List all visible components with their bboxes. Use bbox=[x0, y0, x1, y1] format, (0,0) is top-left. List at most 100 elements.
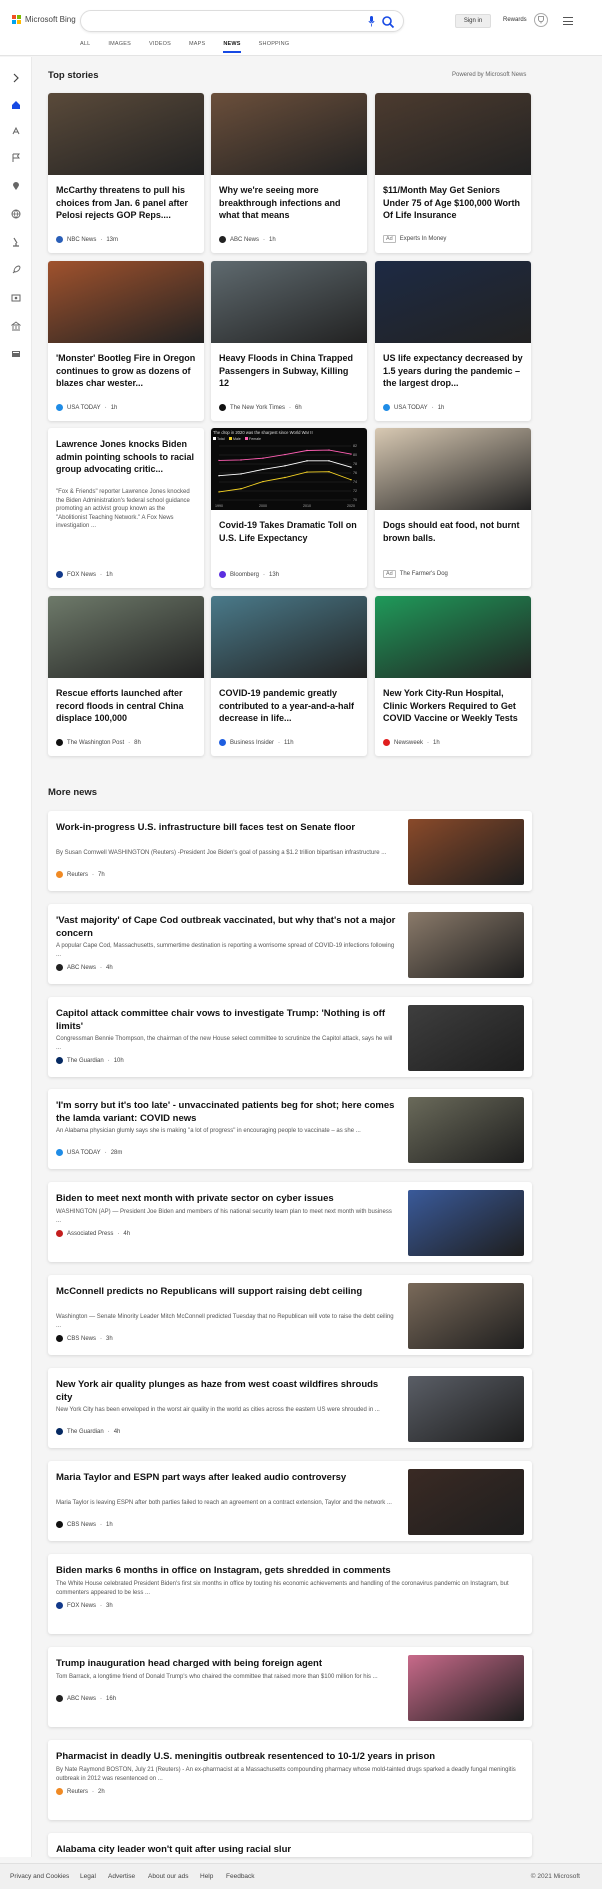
news-headline[interactable]: Alabama city leader won't quit after usi… bbox=[56, 1843, 516, 1856]
news-thumbnail[interactable] bbox=[408, 1097, 524, 1163]
news-headline[interactable]: 'Vast majority' of Cape Cod outbreak vac… bbox=[56, 914, 396, 940]
story-image[interactable] bbox=[375, 596, 531, 678]
news-thumbnail[interactable] bbox=[408, 819, 524, 885]
news-headline[interactable]: Biden to meet next month with private se… bbox=[56, 1192, 396, 1205]
story-headline[interactable]: Why we're seeing more breakthrough infec… bbox=[219, 184, 359, 222]
footer-link-advertise[interactable]: Advertise bbox=[108, 1873, 135, 1880]
story-headline[interactable]: 'Monster' Bootleg Fire in Oregon continu… bbox=[56, 352, 196, 390]
footer-link-about-our-ads[interactable]: About our ads bbox=[148, 1873, 188, 1880]
search-icon[interactable] bbox=[381, 15, 395, 29]
chevron-right-icon[interactable] bbox=[11, 70, 21, 83]
rocket-icon[interactable] bbox=[11, 262, 21, 274]
story-image[interactable] bbox=[48, 261, 204, 343]
news-thumbnail[interactable] bbox=[408, 1655, 524, 1721]
news-thumbnail[interactable] bbox=[408, 912, 524, 978]
story-image[interactable] bbox=[375, 428, 531, 510]
story-card[interactable]: Lawrence Jones knocks Biden admin pointi… bbox=[48, 428, 204, 588]
microphone-icon[interactable] bbox=[368, 16, 375, 27]
story-card[interactable]: COVID-19 pandemic greatly contributed to… bbox=[211, 596, 367, 756]
flag-icon[interactable] bbox=[11, 150, 21, 162]
news-headline[interactable]: Maria Taylor and ESPN part ways after le… bbox=[56, 1471, 396, 1484]
news-row[interactable]: Alabama city leader won't quit after usi… bbox=[48, 1833, 532, 1857]
microscope-icon[interactable] bbox=[11, 234, 21, 247]
tab-shopping[interactable]: SHOPPING bbox=[259, 41, 290, 53]
news-row[interactable]: McConnell predicts no Republicans will s… bbox=[48, 1275, 532, 1355]
news-row[interactable]: Work-in-progress U.S. infrastructure bil… bbox=[48, 811, 532, 891]
story-card[interactable]: Dogs should eat food, not burnt brown ba… bbox=[375, 428, 531, 588]
tab-images[interactable]: IMAGES bbox=[108, 41, 131, 53]
news-headline[interactable]: Capitol attack committee chair vows to i… bbox=[56, 1007, 396, 1033]
story-headline[interactable]: McCarthy threatens to pull his choices f… bbox=[56, 184, 196, 222]
story-image[interactable] bbox=[375, 93, 531, 175]
sign-in-button[interactable]: Sign in bbox=[455, 14, 491, 28]
bank-icon[interactable] bbox=[10, 318, 22, 331]
news-row[interactable]: Maria Taylor and ESPN part ways after le… bbox=[48, 1461, 532, 1541]
tab-news[interactable]: NEWS bbox=[223, 41, 241, 53]
story-card[interactable]: Heavy Floods in China Trapped Passengers… bbox=[211, 261, 367, 421]
news-headline[interactable]: McConnell predicts no Republicans will s… bbox=[56, 1285, 396, 1298]
location-pin-icon[interactable] bbox=[11, 178, 21, 190]
news-thumbnail[interactable] bbox=[408, 1190, 524, 1256]
news-row[interactable]: Trump inauguration head charged with bei… bbox=[48, 1647, 532, 1727]
search-input[interactable] bbox=[91, 15, 361, 24]
news-row[interactable]: 'Vast majority' of Cape Cod outbreak vac… bbox=[48, 904, 532, 984]
news-row[interactable]: 'I'm sorry but it's too late' - unvaccin… bbox=[48, 1089, 532, 1169]
home-icon[interactable] bbox=[11, 97, 21, 109]
footer-link-legal[interactable]: Legal bbox=[80, 1873, 96, 1880]
news-headline[interactable]: 'I'm sorry but it's too late' - unvaccin… bbox=[56, 1099, 396, 1125]
story-card[interactable]: New York City-Run Hospital, Clinic Worke… bbox=[375, 596, 531, 756]
film-icon[interactable] bbox=[11, 290, 21, 302]
news-headline[interactable]: New York air quality plunges as haze fro… bbox=[56, 1378, 396, 1404]
story-image[interactable] bbox=[48, 596, 204, 678]
tab-videos[interactable]: VIDEOS bbox=[149, 41, 171, 53]
news-headline[interactable]: Trump inauguration head charged with bei… bbox=[56, 1657, 396, 1670]
story-card[interactable]: Why we're seeing more breakthrough infec… bbox=[211, 93, 367, 253]
rewards-trophy-icon[interactable] bbox=[534, 13, 548, 27]
news-headline[interactable]: Work-in-progress U.S. infrastructure bil… bbox=[56, 821, 396, 834]
story-headline[interactable]: Rescue efforts launched after record flo… bbox=[56, 687, 196, 725]
story-card[interactable]: $11/Month May Get Seniors Under 75 of Ag… bbox=[375, 93, 531, 253]
story-card[interactable]: The drop in 2020 was the sharpest since … bbox=[211, 428, 367, 588]
story-card[interactable]: Rescue efforts launched after record flo… bbox=[48, 596, 204, 756]
news-thumbnail[interactable] bbox=[408, 1283, 524, 1349]
tab-maps[interactable]: MAPS bbox=[189, 41, 205, 53]
life-expectancy-chart[interactable]: The drop in 2020 was the sharpest since … bbox=[211, 428, 367, 510]
news-headline[interactable]: Pharmacist in deadly U.S. meningitis out… bbox=[56, 1750, 516, 1763]
globe-icon[interactable] bbox=[11, 206, 21, 219]
bing-logo[interactable]: Microsoft Bing bbox=[12, 15, 76, 24]
news-row[interactable]: Capitol attack committee chair vows to i… bbox=[48, 997, 532, 1077]
story-image[interactable] bbox=[211, 93, 367, 175]
compass-icon[interactable] bbox=[11, 123, 21, 135]
story-headline[interactable]: US life expectancy decreased by 1.5 year… bbox=[383, 352, 523, 390]
story-image[interactable] bbox=[375, 261, 531, 343]
story-image[interactable] bbox=[48, 93, 204, 175]
news-row[interactable]: New York air quality plunges as haze fro… bbox=[48, 1368, 532, 1448]
story-headline[interactable]: COVID-19 pandemic greatly contributed to… bbox=[219, 687, 359, 725]
footer-link-help[interactable]: Help bbox=[200, 1873, 213, 1880]
story-headline[interactable]: Covid-19 Takes Dramatic Toll on U.S. Lif… bbox=[219, 519, 359, 544]
story-image[interactable] bbox=[211, 596, 367, 678]
news-thumbnail[interactable] bbox=[408, 1005, 524, 1071]
news-thumbnail[interactable] bbox=[408, 1376, 524, 1442]
tab-all[interactable]: ALL bbox=[80, 41, 90, 53]
footer-link-privacy-and-cookies[interactable]: Privacy and Cookies bbox=[10, 1873, 69, 1880]
news-row[interactable]: Biden marks 6 months in office on Instag… bbox=[48, 1554, 532, 1634]
story-image[interactable] bbox=[211, 261, 367, 343]
story-headline[interactable]: Heavy Floods in China Trapped Passengers… bbox=[219, 352, 359, 390]
search-box[interactable] bbox=[80, 10, 404, 32]
news-row[interactable]: Pharmacist in deadly U.S. meningitis out… bbox=[48, 1740, 532, 1820]
hamburger-menu-icon[interactable] bbox=[563, 17, 573, 25]
story-headline[interactable]: New York City-Run Hospital, Clinic Worke… bbox=[383, 687, 523, 725]
rewards-link[interactable]: Rewards bbox=[503, 17, 527, 23]
news-headline[interactable]: Biden marks 6 months in office on Instag… bbox=[56, 1564, 516, 1577]
footer-link-feedback[interactable]: Feedback bbox=[226, 1873, 255, 1880]
story-headline[interactable]: $11/Month May Get Seniors Under 75 of Ag… bbox=[383, 184, 523, 222]
story-card[interactable]: US life expectancy decreased by 1.5 year… bbox=[375, 261, 531, 421]
news-thumbnail[interactable] bbox=[408, 1469, 524, 1535]
story-headline[interactable]: Dogs should eat food, not burnt brown ba… bbox=[383, 519, 523, 544]
story-headline[interactable]: Lawrence Jones knocks Biden admin pointi… bbox=[56, 438, 196, 476]
news-row[interactable]: Biden to meet next month with private se… bbox=[48, 1182, 532, 1262]
story-card[interactable]: McCarthy threatens to pull his choices f… bbox=[48, 93, 204, 253]
newspaper-icon[interactable] bbox=[11, 346, 21, 357]
story-card[interactable]: 'Monster' Bootleg Fire in Oregon continu… bbox=[48, 261, 204, 421]
